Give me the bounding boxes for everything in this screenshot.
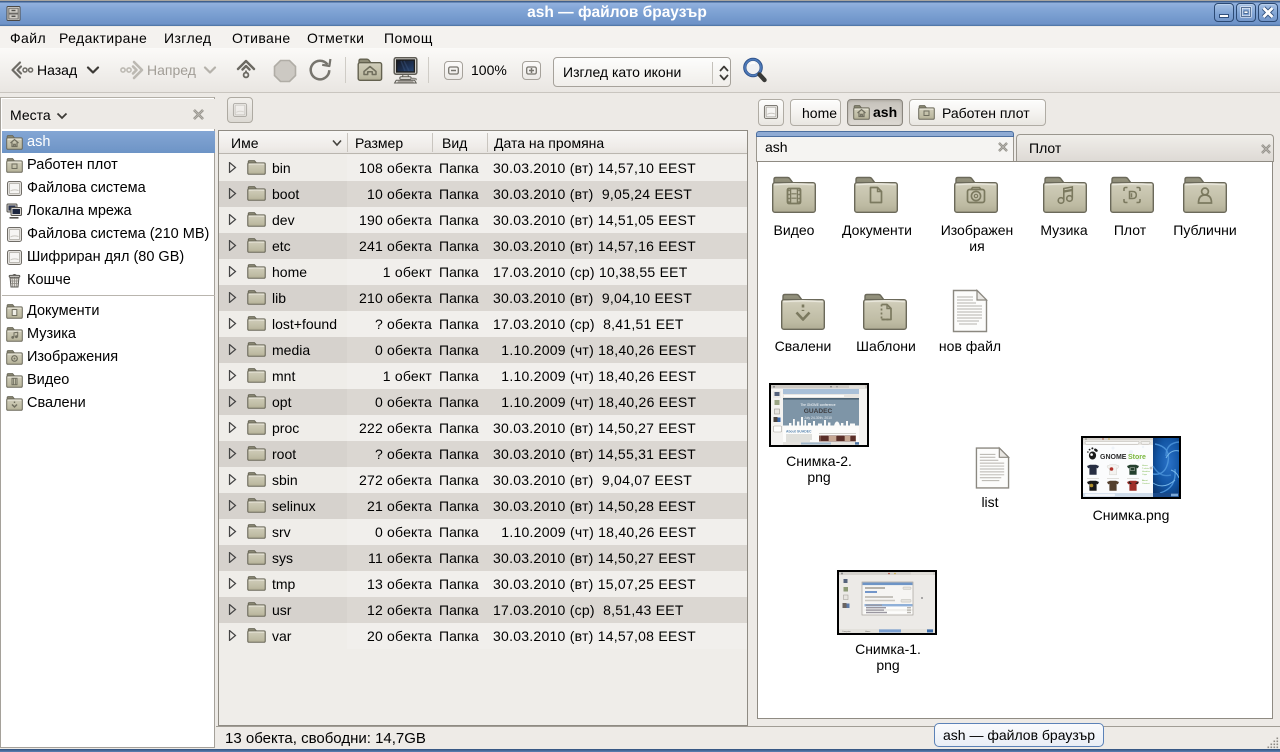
svg-text:Home: Home <box>1142 465 1149 467</box>
svg-text:The GNOME conference: The GNOME conference <box>800 403 835 407</box>
svg-text:About: About <box>1142 479 1148 482</box>
svg-text:Hoodies: Hoodies <box>1142 471 1151 473</box>
svg-text:July 24-30th, 2010: July 24-30th, 2010 <box>804 416 832 420</box>
svg-text:GUADEC: GUADEC <box>804 408 833 415</box>
svg-text:Store: Store <box>1128 454 1146 461</box>
svg-text:T-shirts: T-shirts <box>1142 467 1150 470</box>
svg-text:Contact: Contact <box>1142 482 1150 485</box>
svg-text:GNOME: GNOME <box>1100 454 1127 461</box>
svg-text:Computer: Computer <box>842 630 851 633</box>
svg-text:Home: Home <box>865 631 871 633</box>
svg-text:About GUADEC: About GUADEC <box>786 430 812 434</box>
